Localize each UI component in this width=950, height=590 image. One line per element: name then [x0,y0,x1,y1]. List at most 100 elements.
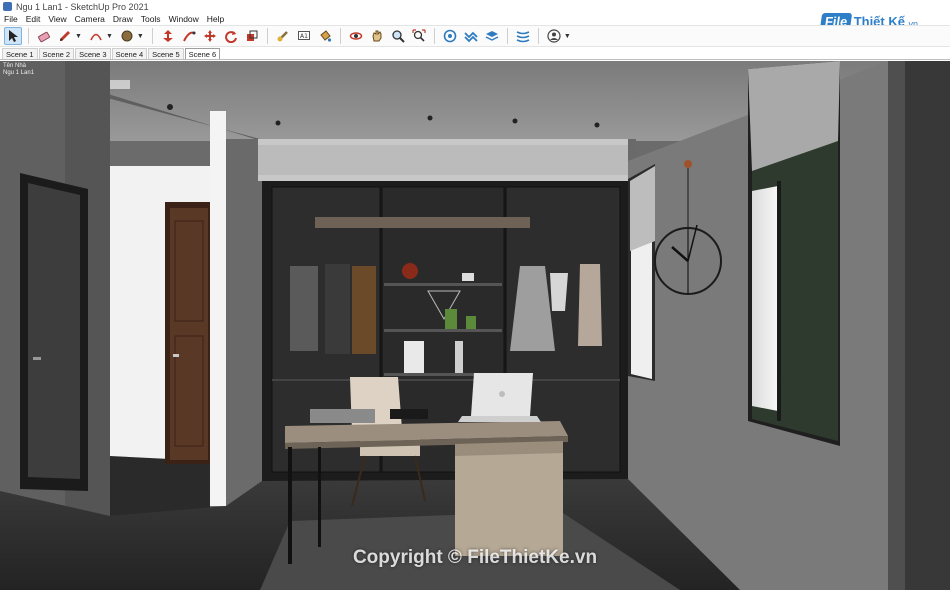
title-bar: Ngu 1 Lan1 - SketchUp Pro 2021 [0,0,950,13]
corridor-floor [110,456,210,516]
wardrobe-shelf [384,283,502,286]
window-small-blind [630,166,655,251]
desk-drawer-unit [455,444,563,556]
hanging-shirt [290,266,318,351]
pan-tool-button[interactable] [368,27,386,45]
hanging-jacket [325,264,350,354]
decor-figure [402,263,418,279]
account-dropdown-icon[interactable]: ▼ [564,33,571,40]
account-tool-button[interactable] [545,27,563,45]
svg-text:A1: A1 [300,33,308,40]
tape-measure-icon [277,31,288,42]
toolbar-separator [506,28,508,44]
scale-icon [246,30,258,41]
extension-tool-button[interactable] [462,27,480,45]
line-tool-button[interactable] [56,27,74,45]
decor-plant [466,316,476,329]
shape-tool-dropdown-icon[interactable]: ▼ [137,33,144,40]
ceiling-vent [108,80,130,89]
right-wall-shadow [905,61,950,590]
decor-bowl [462,273,474,281]
toolbar-separator [339,28,341,44]
wood-door[interactable] [170,208,208,460]
wall-clock-hanger [684,160,692,168]
eraser-tool-button[interactable] [35,27,53,45]
layers-tool-button[interactable] [483,27,501,45]
ceiling-downlight [167,104,173,110]
scene-tabs: Scene 1 Scene 2 Scene 3 Scene 4 Scene 5 … [0,48,950,60]
copyright-watermark: Copyright © FileThietKe.vn [352,547,598,568]
laptop-logo [499,391,505,397]
glass-door-panel[interactable] [28,183,80,479]
arc-tool-button[interactable] [87,27,105,45]
decor-photo [404,341,424,373]
3d-warehouse-tool-button[interactable] [441,27,459,45]
sketchup-app-icon [3,2,12,11]
styles-tool-button[interactable] [514,27,532,45]
wood-door-handle[interactable] [173,354,179,357]
arc-tool-dropdown-icon[interactable]: ▼ [106,33,113,40]
tab-scene-1[interactable]: Scene 1 [2,48,38,59]
decor-plant [445,309,457,329]
zoom-extents-icon [412,29,426,42]
account-icon [547,29,561,43]
pendant-light [315,217,530,228]
toolbar-separator [266,28,268,44]
move-tool-button[interactable] [201,27,219,45]
menu-file[interactable]: File [4,14,18,24]
magnifier-icon [392,30,405,43]
desk-leg [318,447,321,547]
arrow-cursor-icon [9,30,18,42]
tab-scene-5[interactable]: Scene 5 [148,48,184,59]
ceiling-downlight [427,115,433,121]
scale-tool-button[interactable] [243,27,261,45]
line-tool-dropdown-icon[interactable]: ▼ [75,33,82,40]
tape-measure-tool-button[interactable] [274,27,292,45]
menu-edit[interactable]: Edit [26,14,41,24]
push-pull-tool-button[interactable] [159,27,177,45]
toolbar-separator [537,28,539,44]
wardrobe-shelf [384,329,502,332]
hanging-top [550,273,568,311]
rotate-tool-button[interactable] [222,27,240,45]
model-viewport[interactable]: Tên Nhà Ngu 1 Lan1 [0,61,950,590]
menu-view[interactable]: View [48,14,66,24]
toolbar-separator [433,28,435,44]
glass-door-handle[interactable] [33,357,41,360]
hand-icon [372,30,382,42]
window-mullion [777,181,781,421]
mini-label-line-2: Ngu 1 Lan1 [3,70,35,76]
ceiling-downlight [594,122,600,128]
select-tool-button[interactable] [4,27,22,45]
zoom-tool-button[interactable] [389,27,407,45]
tablet [390,409,428,419]
follow-me-tool-button[interactable] [180,27,198,45]
hanging-coat [352,266,376,354]
text-tool-button[interactable]: A1 [295,27,313,45]
tab-scene-3[interactable]: Scene 3 [75,48,111,59]
shape-tool-button[interactable] [118,27,136,45]
menu-camera[interactable]: Camera [75,14,105,24]
orbit-tool-button[interactable] [347,27,365,45]
move-icon [203,30,216,42]
zoom-extents-tool-button[interactable] [410,27,428,45]
menu-draw[interactable]: Draw [113,14,133,24]
follow-me-icon [182,31,196,42]
eraser-icon [38,31,50,43]
decor-vase [455,341,463,373]
pencil-icon [60,31,70,41]
menu-window[interactable]: Window [169,14,199,24]
mini-label-line-1: Tên Nhà [3,63,27,69]
tab-scene-6[interactable]: Scene 6 [184,48,221,59]
layers-icon [485,31,499,41]
paint-bucket-tool-button[interactable] [316,27,334,45]
text-icon: A1 [297,31,310,40]
ceiling-downlight [512,118,518,124]
rendered-scene [0,61,950,590]
menu-help[interactable]: Help [207,14,224,24]
menu-tools[interactable]: Tools [141,14,161,24]
tab-scene-2[interactable]: Scene 2 [38,48,75,59]
laptop-base [458,416,541,422]
push-pull-icon [162,30,173,42]
tab-scene-4[interactable]: Scene 4 [111,48,148,59]
